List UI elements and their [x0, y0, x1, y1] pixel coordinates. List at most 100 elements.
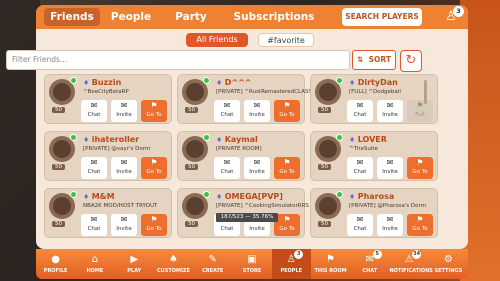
nav-this-room[interactable]: ⚑ THIS ROOM — [311, 249, 350, 279]
scrollbar[interactable] — [424, 80, 427, 104]
friend-name: ♦ Buzzin — [83, 78, 122, 87]
nav-badge: 34 — [412, 250, 422, 259]
level-badge: 50 — [318, 164, 331, 170]
invite-icon: ✉ — [386, 101, 394, 110]
goto-button[interactable]: ⚑ Go To — [141, 100, 167, 122]
chat-icon: ✉ — [356, 215, 364, 224]
online-indicator — [336, 134, 343, 141]
search-players-button[interactable]: SEARCH PLAYERS — [342, 8, 422, 26]
invite-button[interactable]: ✉Invite — [377, 214, 403, 236]
level-badge: 50 — [52, 221, 65, 227]
level-badge: 50 — [52, 164, 65, 170]
friend-card[interactable]: 50 ♦ M&M NBA2K MOD/HOST TRYOUT ✉ Chat ✉ In… — [44, 188, 172, 238]
chat-button[interactable]: ✉Chat — [347, 157, 373, 179]
add-friend-button[interactable]: ♙ 3 — [441, 6, 464, 27]
sort-button[interactable]: ⇅ SORT — [352, 50, 396, 70]
filter-favorite[interactable]: #favorite — [258, 33, 314, 47]
chat-icon: ✉ — [223, 158, 231, 167]
chat-button[interactable]: ✉Chat — [214, 100, 240, 122]
create-icon: ✎ — [208, 254, 217, 265]
nav-store[interactable]: ▣ STORE — [232, 249, 271, 279]
chat-button[interactable]: ✉Chat — [214, 157, 240, 179]
chat-button[interactable]: ✉Chat — [81, 214, 107, 236]
chat-button[interactable]: ✉Chat — [81, 100, 107, 122]
friends-grid: 50 ♦ Buzzin ^BeeCityBetaRP ✉ Chat ✉ Invite… — [4, 74, 438, 246]
goto-button[interactable]: ⚑ Go To — [407, 157, 433, 179]
tab-subscriptions[interactable]: Subscriptions — [224, 8, 324, 26]
friend-card[interactable]: 50 ♦ Kaymal [PRIVATE ROOM] ✉ Chat ✉ Invite… — [177, 131, 305, 181]
level-badge: 50 — [52, 107, 65, 113]
friend-name: ♦ Pharosa — [349, 192, 395, 201]
friend-card[interactable]: 50 ♦ D^^^ [PRIVATE] ^RustRemasteredCLASS… — [177, 74, 317, 124]
friend-status: [PRIVATE] ^RustRemasteredCLASSIC — [216, 89, 318, 95]
goto-button[interactable]: ⚑ Go To — [274, 100, 300, 122]
nav-customize[interactable]: ♠ CUSTOMIZE — [154, 249, 193, 279]
invite-button[interactable]: ✉Invite — [377, 100, 403, 122]
friend-status: [PRIVATE] ^CookingSimulatorRRS — [216, 203, 309, 209]
friend-card[interactable]: 50 ♦ LOVER ^TheSuite ✉ Chat ✉ Invite ⚑ Go T… — [310, 131, 438, 181]
invite-button[interactable]: ✉Invite — [377, 157, 403, 179]
friend-card[interactable]: 50 ♦ ihateroller [PRIVATE] @vayr's Dorm … — [44, 131, 172, 181]
nav-settings[interactable]: ⚙ SETTINGS — [429, 249, 468, 279]
friend-name: ♦ D^^^ — [216, 78, 252, 87]
invite-icon: ✉ — [120, 158, 128, 167]
online-indicator — [336, 77, 343, 84]
online-indicator — [70, 134, 77, 141]
nav-create[interactable]: ✎ CREATE — [193, 249, 232, 279]
invite-icon: ✉ — [386, 215, 394, 224]
chat-icon: ✉ — [223, 101, 231, 110]
nav-chat[interactable]: ✉ CHAT 5 — [350, 249, 389, 279]
filter-all-friends[interactable]: All Friends — [186, 33, 248, 47]
friend-name: ♦ M&M — [83, 192, 115, 201]
nav-play[interactable]: ▶ PLAY — [115, 249, 154, 279]
chat-button[interactable]: ✉Chat — [347, 214, 373, 236]
location-pin-icon: ⚑ — [416, 158, 424, 167]
friend-name: ♦ OMEGA[PVP] — [216, 192, 283, 201]
nav-home[interactable]: ⌂ HOME — [75, 249, 114, 279]
location-pin-icon: ⚑ — [150, 101, 158, 110]
friend-name: ♦ DirtyDan — [349, 78, 398, 87]
tab-people[interactable]: People — [108, 8, 154, 26]
friend-card[interactable]: 50 ♦ DirtyDan [FULL] ^Dodgeball ✉ Chat ✉ I… — [310, 74, 438, 124]
nav-notifications[interactable]: ⚠ NOTIFICATIONS 34 — [389, 249, 433, 279]
friend-requests-badge: 3 — [453, 6, 464, 17]
friend-card[interactable]: 50 ♦ Pharosa [PRIVATE] @Pharosa's Dorm ✉… — [310, 188, 438, 238]
location-pin-icon: ⚑ — [416, 215, 424, 224]
chat-icon: ✉ — [356, 158, 364, 167]
refresh-button[interactable]: ↻ — [400, 50, 422, 72]
level-badge: 50 — [185, 164, 198, 170]
level-badge: 50 — [318, 221, 331, 227]
tab-friends[interactable]: Friends — [44, 8, 100, 26]
people-icon: ♙ — [286, 254, 296, 265]
nav-people[interactable]: ♙ PEOPLE 3 — [271, 249, 311, 279]
home-icon: ⌂ — [91, 254, 99, 265]
invite-button[interactable]: ✉Invite — [111, 214, 137, 236]
invite-button[interactable]: ✉Invite — [111, 100, 137, 122]
chat-button[interactable]: ✉Chat — [347, 100, 373, 122]
goto-button[interactable]: ⚑ Full — [407, 100, 433, 122]
tab-party[interactable]: Party — [168, 8, 214, 26]
invite-button[interactable]: ✉Invite — [244, 157, 270, 179]
invite-button[interactable]: ✉Invite — [244, 100, 270, 122]
invite-icon: ✉ — [386, 158, 394, 167]
online-indicator — [336, 191, 343, 198]
friend-icon: ♦ — [83, 136, 92, 144]
goto-button[interactable]: ⚑ Go To — [141, 214, 167, 236]
friend-card[interactable]: 50 ♦ Buzzin ^BeeCityBetaRP ✉ Chat ✉ Invite… — [44, 74, 172, 124]
online-indicator — [70, 77, 77, 84]
chat-icon: ✉ — [90, 101, 98, 110]
friend-icon: ♦ — [83, 79, 92, 87]
gear-icon: ⚙ — [443, 254, 453, 265]
nav-profile[interactable]: ● PROFILE — [36, 249, 75, 279]
invite-icon: ✉ — [120, 101, 128, 110]
invite-button[interactable]: ✉Invite — [111, 157, 137, 179]
goto-button[interactable]: ⚑ Go To — [274, 157, 300, 179]
location-pin-icon: ⚑ — [283, 101, 291, 110]
goto-button[interactable]: ⚑ Go To — [141, 157, 167, 179]
tab-bar: Friends People Party Subscriptions SEARC… — [36, 5, 468, 29]
bell-icon: ⚠ — [404, 254, 414, 265]
filter-friends-input[interactable]: Filter Friends... — [6, 50, 350, 70]
goto-button[interactable]: ⚑ Go To — [407, 214, 433, 236]
location-pin-icon: ⚑ — [150, 215, 158, 224]
chat-button[interactable]: ✉Chat — [81, 157, 107, 179]
